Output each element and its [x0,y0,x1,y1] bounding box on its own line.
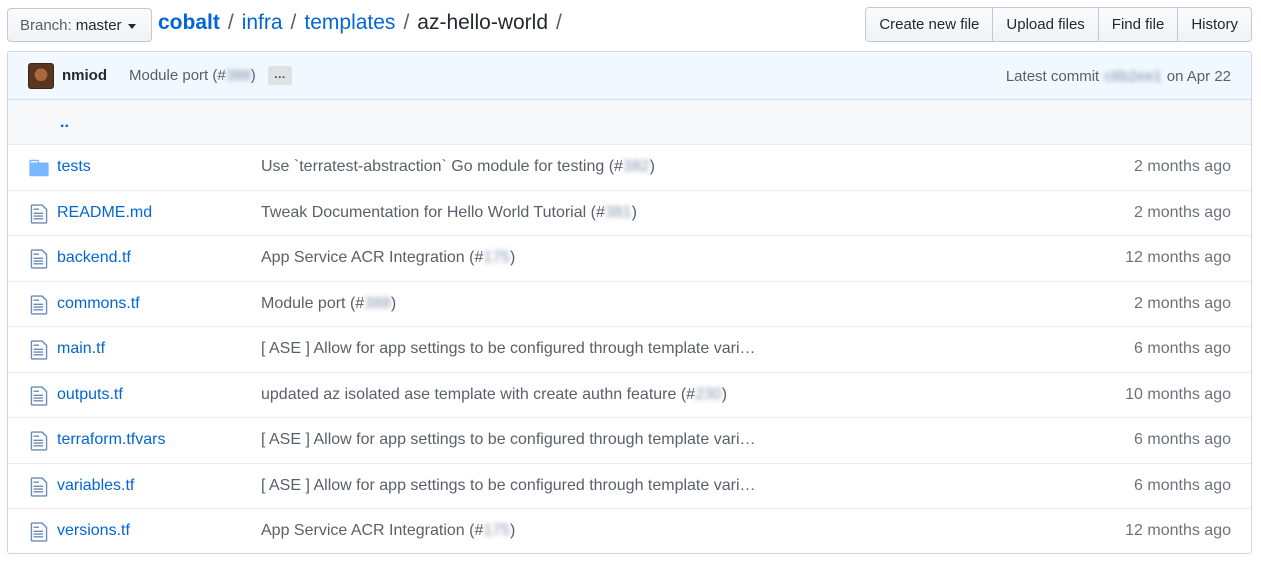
commit-sha-link[interactable]: c6b2ee1 [1104,68,1162,85]
file-row: README.md Tweak Documentation for Hello W… [8,191,1251,236]
file-icon [28,521,50,543]
latest-commit-bar: nmiod Module port (#388) … Latest commit… [8,52,1251,100]
pr-number-link[interactable]: 381 [605,204,632,221]
file-commit-message[interactable]: App Service ACR Integration (#175) [261,249,515,267]
parent-directory-row: .. [8,100,1251,145]
folder-icon [28,157,50,179]
file-navigation: Branch: master cobalt / infra / template… [7,7,1252,42]
pr-number-link[interactable]: 175 [483,249,510,266]
pr-number-link[interactable]: 388 [364,295,391,312]
file-age: 6 months ago [1134,431,1231,448]
commit-date: on Apr 22 [1166,67,1231,85]
file-rows: tests Use `terratest-abstraction` Go modu… [8,145,1251,553]
file-age: 6 months ago [1134,476,1231,494]
breadcrumb-templates-link[interactable]: templates [304,11,395,35]
file-commit-message[interactable]: [ ASE ] Allow for app settings to be con… [261,340,756,358]
file-row: terraform.tfvars [ ASE ] Allow for app se… [8,418,1251,464]
breadcrumb-current-dir: az-hello-world [417,11,548,34]
latest-commit-label: Latest commit [1005,67,1100,85]
file-name-link[interactable]: main.tf [57,340,105,358]
upload-files-button[interactable]: Upload files [992,8,1098,41]
commit-pr-number[interactable]: 388 [226,67,251,84]
file-commit-message[interactable]: updated az isolated ase template with cr… [261,386,727,404]
file-row: tests Use `terratest-abstraction` Go modu… [8,145,1251,191]
file-name-link[interactable]: tests [57,158,91,176]
file-name-link[interactable]: terraform.tfvars [57,431,165,449]
create-new-file-button[interactable]: Create new file [866,8,993,41]
history-button[interactable]: History [1177,8,1251,41]
file-icon [28,430,50,452]
pr-number-link[interactable]: 175 [483,522,510,539]
file-list: nmiod Module port (#388) … Latest commit… [7,51,1252,554]
file-commit-message[interactable]: Module port (#388) [261,295,396,313]
branch-label: Branch: [20,16,72,34]
file-age: 12 months ago [1125,249,1231,266]
file-commit-message[interactable]: [ ASE ] Allow for app settings to be con… [261,477,756,495]
file-age: 10 months ago [1125,385,1231,403]
breadcrumb-infra-link[interactable]: infra [242,11,283,35]
avatar[interactable] [28,62,54,89]
file-name-link[interactable]: variables.tf [57,477,134,495]
file-row: versions.tf App Service ACR Integration (… [8,509,1251,553]
file-row: main.tf [ ASE ] Allow for app settings to… [8,327,1251,373]
file-name-link[interactable]: outputs.tf [57,386,123,404]
pr-number-link[interactable]: 230 [695,386,722,403]
file-actions-group: Create new file Upload files Find file H… [865,7,1252,42]
file-icon [28,385,50,407]
file-row: commons.tf Module port (#388) 2 months ago [8,282,1251,327]
file-row: variables.tf [ ASE ] Allow for app settin… [8,464,1251,509]
breadcrumb-separator: / [227,11,234,34]
file-age: 2 months ago [1134,158,1231,175]
breadcrumb-separator: / [290,11,297,34]
file-name-link[interactable]: backend.tf [57,249,131,267]
breadcrumb-separator: / [556,11,562,34]
file-age: 2 months ago [1134,294,1231,312]
branch-name: master [75,16,122,34]
file-name-link[interactable]: versions.tf [57,522,130,540]
file-icon [28,248,50,270]
caret-down-icon [127,23,136,29]
file-commit-message[interactable]: Use `terratest-abstraction` Go module fo… [261,158,655,176]
commit-author[interactable]: nmiod [62,67,107,84]
file-commit-message[interactable]: Tweak Documentation for Hello World Tuto… [261,204,637,222]
find-file-button[interactable]: Find file [1097,8,1178,41]
file-icon [28,339,50,361]
file-icon [28,294,50,316]
file-name-link[interactable]: README.md [57,204,152,222]
breadcrumb-repo-link[interactable]: cobalt [158,11,220,35]
expand-commit-button[interactable]: … [267,66,292,85]
file-icon [28,476,50,498]
file-commit-message[interactable]: [ ASE ] Allow for app settings to be con… [261,431,756,449]
commit-message[interactable]: Module port (#388) [129,67,256,84]
latest-commit-info: Latest commit c6b2ee1 on Apr 22 [1006,52,1231,100]
breadcrumb-separator: / [403,11,410,34]
file-row: outputs.tf updated az isolated ase templa… [8,373,1251,418]
branch-select-button[interactable]: Branch: master [7,8,152,42]
file-age: 2 months ago [1134,203,1231,221]
file-icon [28,203,50,225]
pr-number-link[interactable]: 382 [623,158,650,175]
file-row: backend.tf App Service ACR Integration (#… [8,236,1251,282]
file-name-link[interactable]: commons.tf [57,295,140,313]
file-age: 12 months ago [1125,522,1231,539]
parent-directory-link[interactable]: .. [60,114,69,132]
breadcrumb: cobalt / infra / templates / az-hello-wo… [158,11,570,35]
file-commit-message[interactable]: App Service ACR Integration (#175) [261,522,515,540]
file-age: 6 months ago [1134,340,1231,357]
